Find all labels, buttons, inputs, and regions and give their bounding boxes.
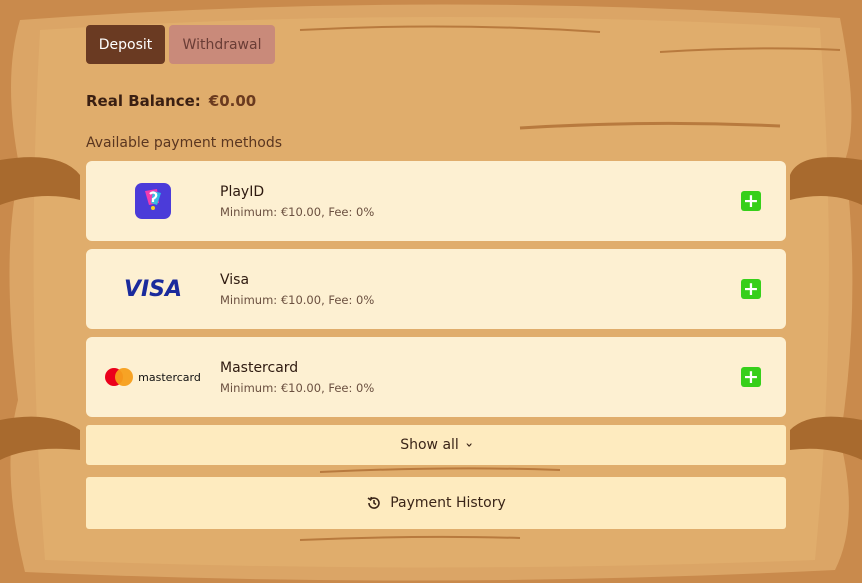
methods-heading: Available payment methods [86, 135, 282, 151]
method-name: Mastercard [220, 360, 299, 376]
method-details: Minimum: €10.00, Fee: 0% [220, 381, 375, 395]
payment-methods-list: PlayID Minimum: €10.00, Fee: 0% + VISA V… [86, 161, 786, 425]
chevron-down-icon: › [462, 442, 477, 448]
balance-amount: €0.00 [208, 92, 257, 110]
visa-logo: VISA [123, 276, 183, 302]
method-details: Minimum: €10.00, Fee: 0% [220, 293, 375, 307]
mastercard-logo: mastercard [86, 337, 220, 417]
method-name: PlayID [220, 184, 265, 200]
add-mastercard-button[interactable]: + [741, 367, 761, 387]
mastercard-circles-icon [105, 368, 134, 386]
tab-deposit[interactable]: Deposit [86, 25, 165, 64]
show-all-label: Show all [400, 437, 459, 453]
add-visa-button[interactable]: + [741, 279, 761, 299]
tab-bar: Deposit Withdrawal [86, 25, 275, 64]
method-details: Minimum: €10.00, Fee: 0% [220, 205, 375, 219]
payment-method-playid[interactable]: PlayID Minimum: €10.00, Fee: 0% + [86, 161, 786, 241]
payment-history-label: Payment History [390, 495, 506, 511]
show-all-button[interactable]: Show all › [86, 425, 786, 465]
balance-label: Real Balance: [86, 92, 201, 110]
payment-method-mastercard[interactable]: mastercard Mastercard Minimum: €10.00, F… [86, 337, 786, 417]
real-balance: Real Balance: €0.00 [86, 92, 256, 110]
method-name: Visa [220, 272, 250, 288]
payment-method-visa[interactable]: VISA Visa Minimum: €10.00, Fee: 0% + [86, 249, 786, 329]
tab-withdrawal[interactable]: Withdrawal [169, 25, 275, 64]
playid-logo-icon [86, 161, 220, 241]
add-playid-button[interactable]: + [741, 191, 761, 211]
payment-history-button[interactable]: Payment History [86, 477, 786, 529]
history-icon [367, 496, 380, 509]
